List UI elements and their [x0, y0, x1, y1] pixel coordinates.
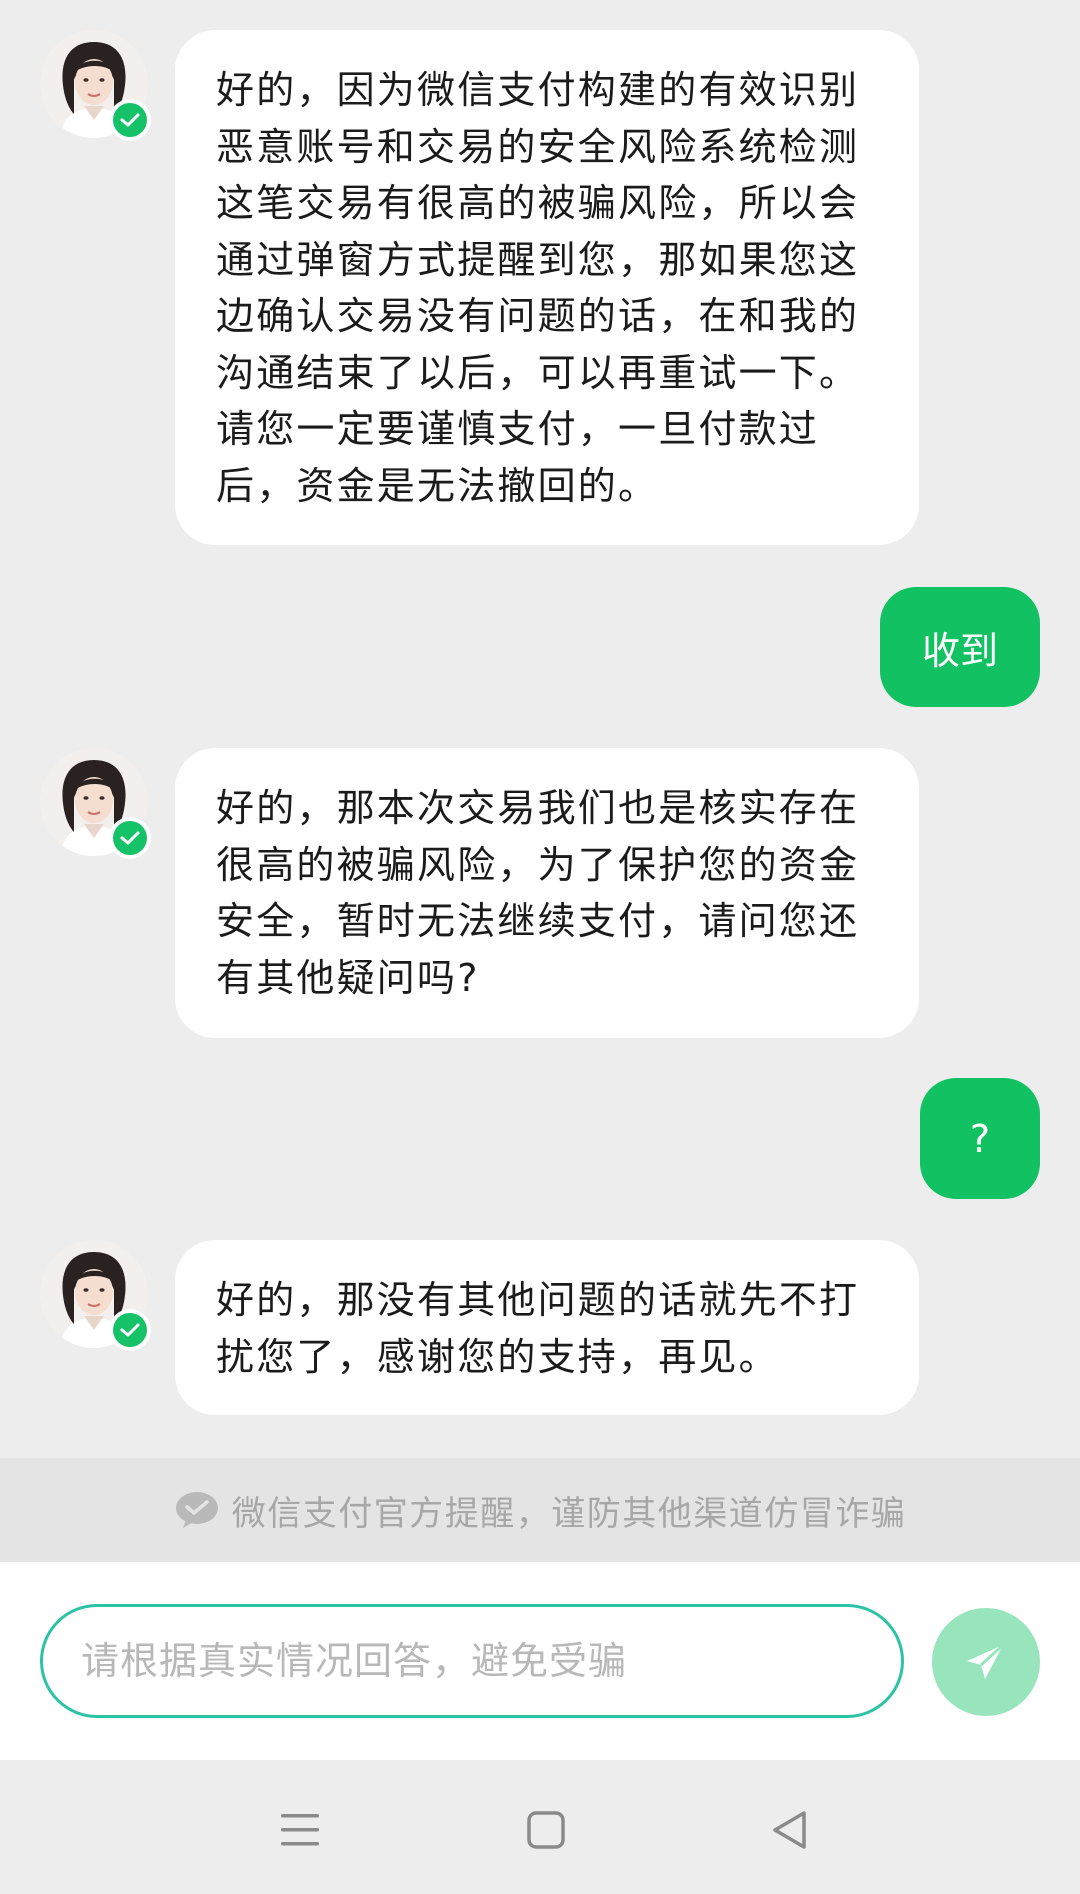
wechat-pay-icon	[175, 1492, 218, 1528]
agent-avatar[interactable]	[40, 30, 151, 141]
verified-badge	[109, 99, 151, 141]
agent-message-bubble: 好的，因为微信支付构建的有效识别 恶意账号和交易的安全风险系统检测 这笔交易有很…	[175, 30, 919, 545]
verified-badge	[109, 1309, 151, 1351]
send-button[interactable]	[932, 1608, 1040, 1716]
message-input[interactable]	[40, 1604, 904, 1718]
notice-text: 微信支付官方提醒，谨防其他渠道仿冒诈骗	[231, 1493, 907, 1534]
agent-message-bubble: 好的，那本次交易我们也是核实存在 很高的被骗风险，为了保护您的资金 安全，暂时无…	[175, 748, 919, 1038]
back-button[interactable]	[750, 1790, 830, 1870]
agent-message: 好的，因为微信支付构建的有效识别 恶意账号和交易的安全风险系统检测 这笔交易有很…	[0, 0, 1080, 550]
official-notice: 微信支付官方提醒，谨防其他渠道仿冒诈骗	[0, 1458, 1080, 1562]
verified-badge	[109, 817, 151, 859]
agent-avatar[interactable]	[40, 748, 151, 859]
send-icon	[967, 1643, 1005, 1679]
check-icon	[120, 831, 140, 845]
agent-message: 好的，那没有其他问题的话就先不打 扰您了，感谢您的支持，再见。	[0, 1232, 1080, 1422]
agent-message: 好的，那本次交易我们也是核实存在 很高的被骗风险，为了保护您的资金 安全，暂时无…	[0, 740, 1080, 1040]
system-navigation-bar	[0, 1760, 1080, 1894]
check-icon	[120, 113, 140, 127]
back-triangle-icon	[773, 1811, 806, 1849]
user-message-bubble: ?	[920, 1078, 1040, 1199]
user-message-bubble: 收到	[880, 587, 1040, 707]
home-square-icon	[527, 1811, 565, 1849]
menu-button[interactable]	[260, 1790, 340, 1870]
check-icon	[120, 1323, 140, 1337]
agent-message-bubble: 好的，那没有其他问题的话就先不打 扰您了，感谢您的支持，再见。	[175, 1240, 919, 1415]
menu-icon	[281, 1814, 319, 1846]
agent-avatar[interactable]	[40, 1240, 151, 1351]
chat-area[interactable]: 好的，因为微信支付构建的有效识别 恶意账号和交易的安全风险系统检测 这笔交易有很…	[0, 0, 1080, 1458]
input-bar	[0, 1562, 1080, 1760]
home-button[interactable]	[506, 1790, 586, 1870]
